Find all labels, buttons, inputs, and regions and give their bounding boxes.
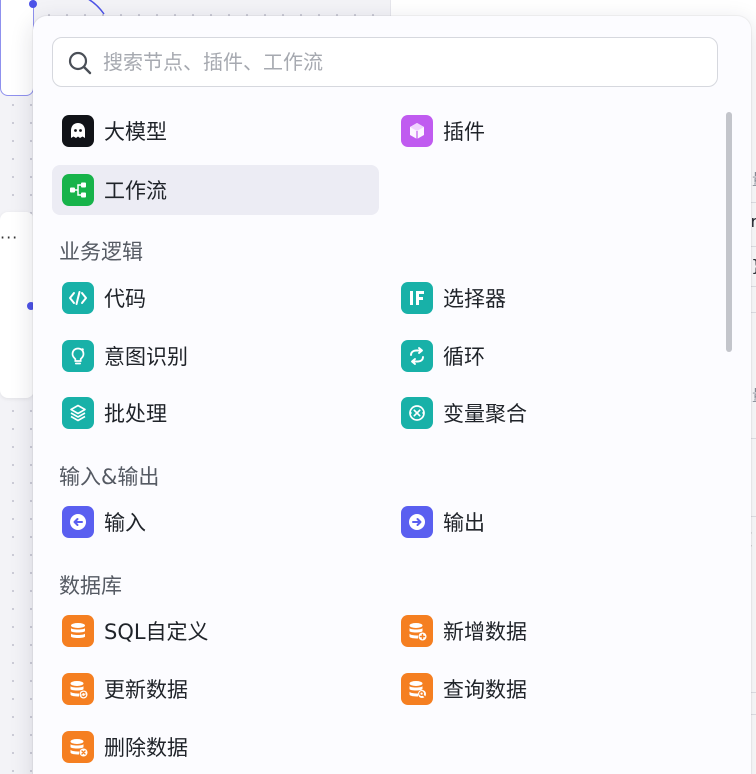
node-item-sql-custom[interactable]: SQL自定义 bbox=[52, 606, 379, 656]
node-item-label: 循环 bbox=[443, 345, 485, 369]
search-icon bbox=[68, 51, 92, 75]
database-update-icon bbox=[62, 673, 94, 705]
node-item-label: 代码 bbox=[104, 287, 146, 311]
node-item-query-data[interactable]: 查询数据 bbox=[391, 664, 718, 714]
node-item-plugin[interactable]: 插件 bbox=[391, 106, 718, 156]
node-item-label: 查询数据 bbox=[443, 678, 527, 702]
node-item-label: 插件 bbox=[443, 120, 485, 144]
search-input[interactable] bbox=[103, 38, 703, 86]
node-item-selector[interactable]: 选择器 bbox=[391, 273, 718, 323]
node-item-label: 输入 bbox=[104, 511, 146, 535]
node-more-icon[interactable]: ··· bbox=[0, 228, 18, 247]
node-item-label: 新增数据 bbox=[443, 620, 527, 644]
node-item-intent[interactable]: 意图识别 bbox=[52, 331, 379, 381]
database-delete-icon bbox=[62, 731, 94, 763]
if-selector-icon bbox=[401, 282, 433, 314]
section-title-database: 数据库 bbox=[59, 574, 122, 598]
node-item-input[interactable]: 输入 bbox=[52, 497, 379, 547]
loop-icon bbox=[401, 340, 433, 372]
variable-merge-icon bbox=[401, 397, 433, 429]
node-item-workflow[interactable]: 工作流 bbox=[52, 165, 379, 215]
output-arrow-icon bbox=[401, 506, 433, 538]
node-item-label: 选择器 bbox=[443, 287, 506, 311]
node-item-batch[interactable]: 批处理 bbox=[52, 388, 379, 438]
database-add-icon bbox=[401, 615, 433, 647]
batch-layers-icon bbox=[62, 397, 94, 429]
node-item-label: SQL自定义 bbox=[104, 620, 209, 644]
node-item-label: 更新数据 bbox=[104, 678, 188, 702]
node-item-insert-data[interactable]: 新增数据 bbox=[391, 606, 718, 656]
node-item-llm[interactable]: 大模型 bbox=[52, 106, 379, 156]
llm-ghost-icon bbox=[62, 115, 94, 147]
intent-bulb-icon bbox=[62, 340, 94, 372]
node-item-code[interactable]: 代码 bbox=[52, 273, 379, 323]
workflow-nodes-icon bbox=[62, 174, 94, 206]
node-item-label: 变量聚合 bbox=[443, 402, 527, 426]
node-item-label: 删除数据 bbox=[104, 736, 188, 760]
node-item-label: 意图识别 bbox=[104, 345, 188, 369]
section-title-input-output: 输入&输出 bbox=[59, 465, 160, 489]
section-title-business-logic: 业务逻辑 bbox=[59, 240, 143, 264]
node-item-label: 工作流 bbox=[104, 179, 167, 203]
popup-scrollbar[interactable] bbox=[726, 112, 732, 352]
plugin-cube-icon bbox=[401, 115, 433, 147]
node-item-variable-merge[interactable]: 变量聚合 bbox=[391, 388, 718, 438]
canvas-node-partial-top[interactable] bbox=[0, 0, 34, 96]
node-item-loop[interactable]: 循环 bbox=[391, 331, 718, 381]
node-item-output[interactable]: 输出 bbox=[391, 497, 718, 547]
database-icon bbox=[62, 615, 94, 647]
add-node-popup: 大模型 插件 工作流 业务逻辑 bbox=[33, 16, 751, 774]
node-item-label: 批处理 bbox=[104, 402, 167, 426]
node-item-delete-data[interactable]: 删除数据 bbox=[52, 722, 379, 772]
database-search-icon bbox=[401, 673, 433, 705]
node-item-update-data[interactable]: 更新数据 bbox=[52, 664, 379, 714]
input-arrow-icon bbox=[62, 506, 94, 538]
node-item-label: 输出 bbox=[443, 511, 485, 535]
node-item-label: 大模型 bbox=[104, 120, 167, 144]
search-box[interactable] bbox=[52, 37, 718, 87]
code-icon bbox=[62, 282, 94, 314]
